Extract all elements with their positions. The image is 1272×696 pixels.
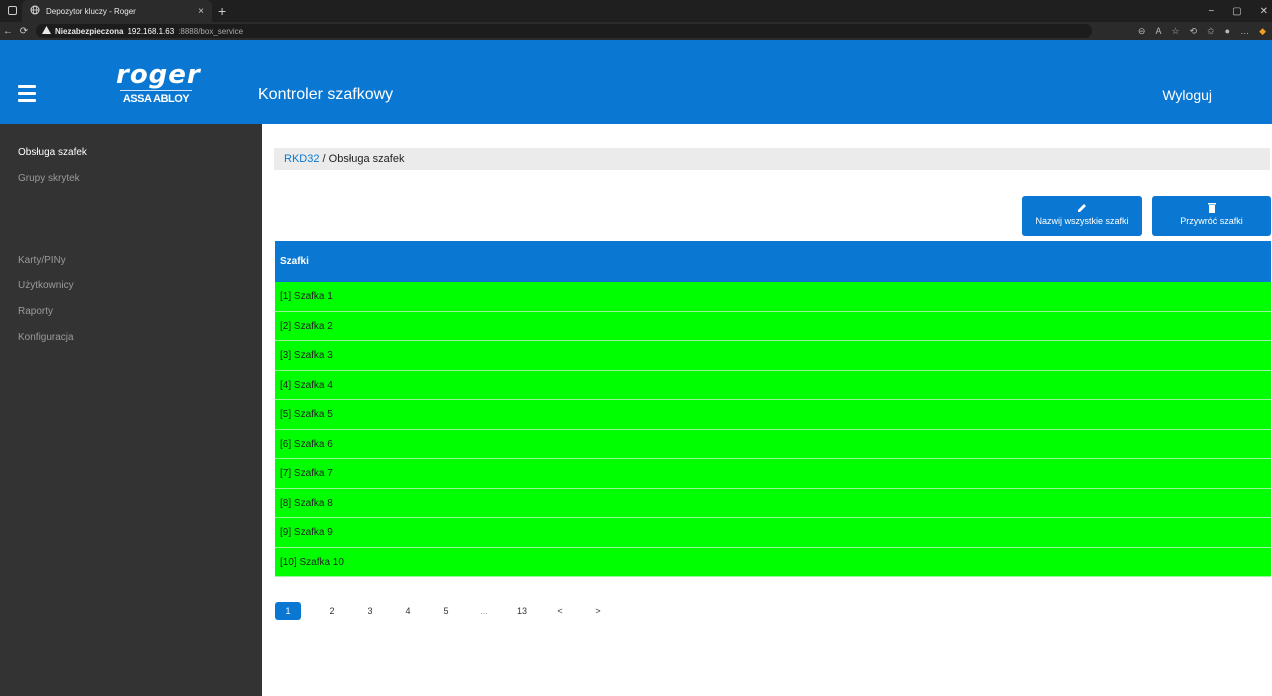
security-label: Niezabezpieczona (55, 26, 124, 36)
minimize-button[interactable]: − (1208, 6, 1214, 17)
url-field[interactable]: Niezabezpieczona 192.168.1.63:8888/box_s… (36, 24, 1092, 38)
favorites-icon[interactable]: ✩ (1207, 26, 1215, 37)
tab-title: Depozytor kluczy - Roger (46, 6, 136, 16)
logout-button[interactable]: Wyloguj (1162, 87, 1212, 103)
table-row[interactable]: [8] Szafka 8 (275, 488, 1271, 518)
sidebar-item-grupy-skrytek[interactable]: Grupy skrytek (18, 173, 80, 184)
page-button-2[interactable]: 2 (313, 602, 351, 620)
favorite-star-icon[interactable]: ☆ (1171, 26, 1179, 37)
page-prev-button[interactable]: < (541, 602, 579, 620)
sidebar-item-karty-piny[interactable]: Karty/PINy (18, 255, 66, 266)
breadcrumb: RKD32 / Obsługa szafek (274, 148, 1270, 170)
browser-tab-bar: Depozytor kluczy - Roger × + − ▢ ✕ (0, 0, 1272, 22)
more-menu-icon[interactable]: … (1240, 26, 1249, 36)
breadcrumb-separator: / (319, 153, 329, 165)
page-next-button[interactable]: > (579, 602, 617, 620)
table-row[interactable]: [3] Szafka 3 (275, 341, 1271, 371)
sidebar: Obsługa szafek Grupy skrytek Karty/PINy … (0, 124, 262, 696)
warning-icon (42, 26, 51, 36)
maximize-button[interactable]: ▢ (1232, 6, 1241, 17)
page-button-3[interactable]: 3 (351, 602, 389, 620)
sidebar-item-uzytkownicy[interactable]: Użytkownicy (18, 280, 74, 291)
table-row[interactable]: [4] Szafka 4 (275, 370, 1271, 400)
table-row[interactable]: [7] Szafka 7 (275, 459, 1271, 489)
close-window-button[interactable]: ✕ (1260, 6, 1268, 17)
table-row[interactable]: [1] Szafka 1 (275, 282, 1271, 312)
sidebar-item-raporty[interactable]: Raporty (18, 306, 53, 317)
page-button-5[interactable]: 5 (427, 602, 465, 620)
rename-all-label: Nazwij wszystkie szafki (1035, 216, 1129, 226)
hamburger-menu-icon[interactable] (18, 85, 36, 106)
new-tab-button[interactable]: + (218, 3, 226, 19)
restore-label: Przywróć szafki (1180, 216, 1243, 226)
sidebar-item-obsluga-szafek[interactable]: Obsługa szafek (18, 147, 87, 158)
copilot-icon[interactable]: ◆ (1259, 26, 1266, 37)
table-row[interactable]: [10] Szafka 10 (275, 547, 1271, 577)
app-title: Kontroler szafkowy (258, 86, 394, 103)
window-menu-icon[interactable] (8, 6, 17, 15)
read-aloud-icon[interactable]: A (1155, 26, 1161, 36)
sidebar-item-konfiguracja[interactable]: Konfiguracja (18, 332, 74, 343)
lockers-table: Szafki [1] Szafka 1 [2] Szafka 2 [3] Sza… (275, 241, 1271, 577)
breadcrumb-current: Obsługa szafek (328, 153, 405, 165)
table-row[interactable]: [5] Szafka 5 (275, 400, 1271, 430)
table-row[interactable]: [2] Szafka 2 (275, 311, 1271, 341)
app-header: roger ASSA ABLOY Kontroler szafkowy Wylo… (0, 40, 1272, 124)
rename-all-lockers-button[interactable]: Nazwij wszystkie szafki (1022, 196, 1142, 236)
page-button-13[interactable]: 13 (503, 602, 541, 620)
zoom-icon[interactable]: ⊖ (1138, 26, 1146, 37)
globe-icon (30, 5, 40, 17)
browser-tab[interactable]: Depozytor kluczy - Roger × (22, 0, 212, 22)
table-header: Szafki (275, 241, 1271, 282)
tab-close-icon[interactable]: × (198, 6, 204, 17)
page-button-4[interactable]: 4 (389, 602, 427, 620)
pencil-icon (1022, 202, 1142, 216)
refresh-icon[interactable]: ⟳ (16, 26, 32, 37)
page-button-1[interactable]: 1 (275, 602, 301, 620)
extensions-icon[interactable]: ⟲ (1190, 26, 1198, 37)
table-row[interactable]: [9] Szafka 9 (275, 518, 1271, 548)
url-host: 192.168.1.63 (127, 26, 175, 36)
table-row[interactable]: [6] Szafka 6 (275, 429, 1271, 459)
pagination: 1 2 3 4 5 ... 13 < > (275, 601, 617, 621)
restore-lockers-button[interactable]: Przywróć szafki (1152, 196, 1271, 236)
back-arrow-icon[interactable]: ← (0, 26, 16, 37)
browser-address-bar: ← ⟳ Niezabezpieczona 192.168.1.63:8888/b… (0, 22, 1272, 40)
url-path: :8888/box_service (178, 26, 244, 36)
profile-icon[interactable]: ● (1225, 26, 1230, 36)
page-ellipsis: ... (480, 606, 488, 616)
trash-icon (1152, 202, 1271, 216)
roger-logo: roger ASSA ABLOY (116, 60, 201, 105)
breadcrumb-link[interactable]: RKD32 (284, 153, 319, 165)
